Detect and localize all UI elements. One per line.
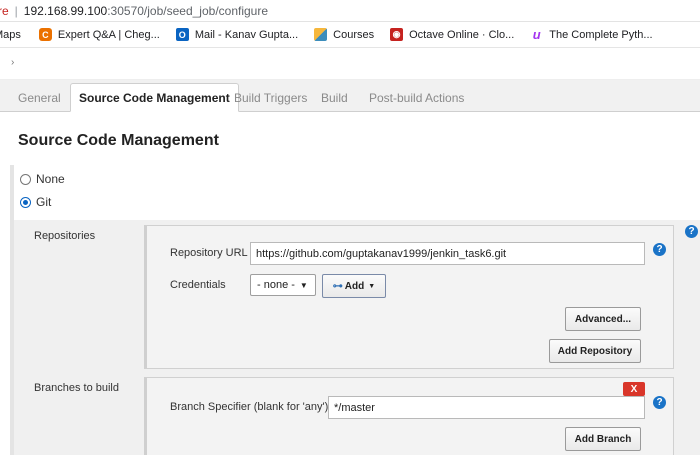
add-repository-button[interactable]: Add Repository bbox=[549, 339, 641, 363]
section-title: Source Code Management bbox=[18, 132, 219, 149]
tab-build[interactable]: Build bbox=[313, 83, 356, 112]
repository-url-label: Repository URL bbox=[170, 247, 248, 259]
caret-down-icon: ▼ bbox=[368, 282, 376, 290]
scm-option-git[interactable]: Git bbox=[20, 195, 51, 209]
add-branch-button[interactable]: Add Branch bbox=[565, 427, 641, 451]
branch-specifier-label: Branch Specifier (blank for 'any') bbox=[170, 401, 329, 413]
help-icon[interactable]: ? bbox=[685, 225, 698, 238]
bookmarks-bar: Maps C Expert Q&A | Cheg... O Mail - Kan… bbox=[0, 22, 700, 48]
udemy-icon: u bbox=[532, 27, 541, 42]
url-path: :30570/job/seed_job/configure bbox=[107, 3, 269, 18]
chevron-down-icon: ▼ bbox=[299, 280, 308, 290]
address-bar[interactable]: re | 192.168.99.100 :30570/job/seed_job/… bbox=[0, 0, 700, 22]
bookmark-maps[interactable]: Maps bbox=[0, 29, 21, 41]
radio-none[interactable] bbox=[20, 173, 31, 185]
breadcrumb: › bbox=[0, 48, 700, 80]
help-icon[interactable]: ? bbox=[653, 396, 666, 409]
tab-general[interactable]: General bbox=[10, 83, 69, 112]
help-icon[interactable]: ? bbox=[653, 243, 666, 256]
chegg-icon: C bbox=[38, 28, 52, 41]
bookmark-label: Expert Q&A | Cheg... bbox=[57, 28, 160, 41]
bookmark-label: Maps bbox=[0, 28, 21, 41]
outlook-icon: O bbox=[175, 28, 189, 41]
bookmark-label: Octave Online · Clo... bbox=[409, 28, 515, 41]
branches-label: Branches to build bbox=[34, 382, 119, 394]
repositories-label: Repositories bbox=[34, 230, 96, 242]
config-tabs: General Source Code Management Build Tri… bbox=[0, 80, 700, 112]
url-scheme-fragment: re bbox=[0, 3, 9, 18]
config-content: Source Code Management None Git Reposito… bbox=[0, 113, 700, 455]
chevron-right-icon[interactable]: › bbox=[11, 57, 14, 68]
radio-git[interactable] bbox=[20, 196, 31, 208]
url-host: 192.168.99.100 bbox=[23, 3, 108, 18]
advanced-button[interactable]: Advanced... bbox=[565, 307, 641, 331]
key-icon: ⊶ bbox=[332, 280, 343, 292]
tab-source-code-management[interactable]: Source Code Management bbox=[70, 83, 239, 112]
bookmark-label: Mail - Kanav Gupta... bbox=[194, 28, 299, 41]
courses-icon bbox=[314, 28, 328, 41]
bookmark-octave[interactable]: ◉ Octave Online · Clo... bbox=[390, 28, 514, 41]
option-label: Git bbox=[36, 195, 52, 209]
octave-icon: ◉ bbox=[390, 28, 404, 41]
bookmark-chegg[interactable]: C Expert Q&A | Cheg... bbox=[38, 28, 160, 41]
add-label: Add bbox=[344, 280, 365, 292]
scm-option-none[interactable]: None bbox=[20, 172, 65, 186]
bookmark-label: Courses bbox=[333, 28, 375, 41]
bookmark-label: The Complete Pyth... bbox=[549, 28, 653, 41]
add-credentials-button[interactable]: ⊶ Add ▼ bbox=[322, 274, 386, 298]
delete-branch-button[interactable]: X bbox=[623, 382, 645, 396]
bookmark-outlook[interactable]: O Mail - Kanav Gupta... bbox=[175, 28, 299, 41]
bookmark-courses[interactable]: Courses bbox=[314, 28, 374, 41]
credentials-select[interactable]: - none - ▼ bbox=[250, 274, 316, 296]
url-separator: | bbox=[14, 3, 18, 18]
option-label: None bbox=[36, 172, 65, 186]
repository-url-input[interactable]: https://github.com/guptakanav1999/jenkin… bbox=[250, 242, 645, 265]
branch-specifier-input[interactable]: */master bbox=[328, 396, 645, 419]
credentials-value: - none - bbox=[257, 279, 295, 291]
credentials-label: Credentials bbox=[170, 279, 226, 291]
tab-build-triggers[interactable]: Build Triggers bbox=[226, 83, 315, 112]
bookmark-udemy[interactable]: u The Complete Pyth... bbox=[530, 27, 653, 42]
tab-post-build-actions[interactable]: Post-build Actions bbox=[361, 83, 472, 112]
